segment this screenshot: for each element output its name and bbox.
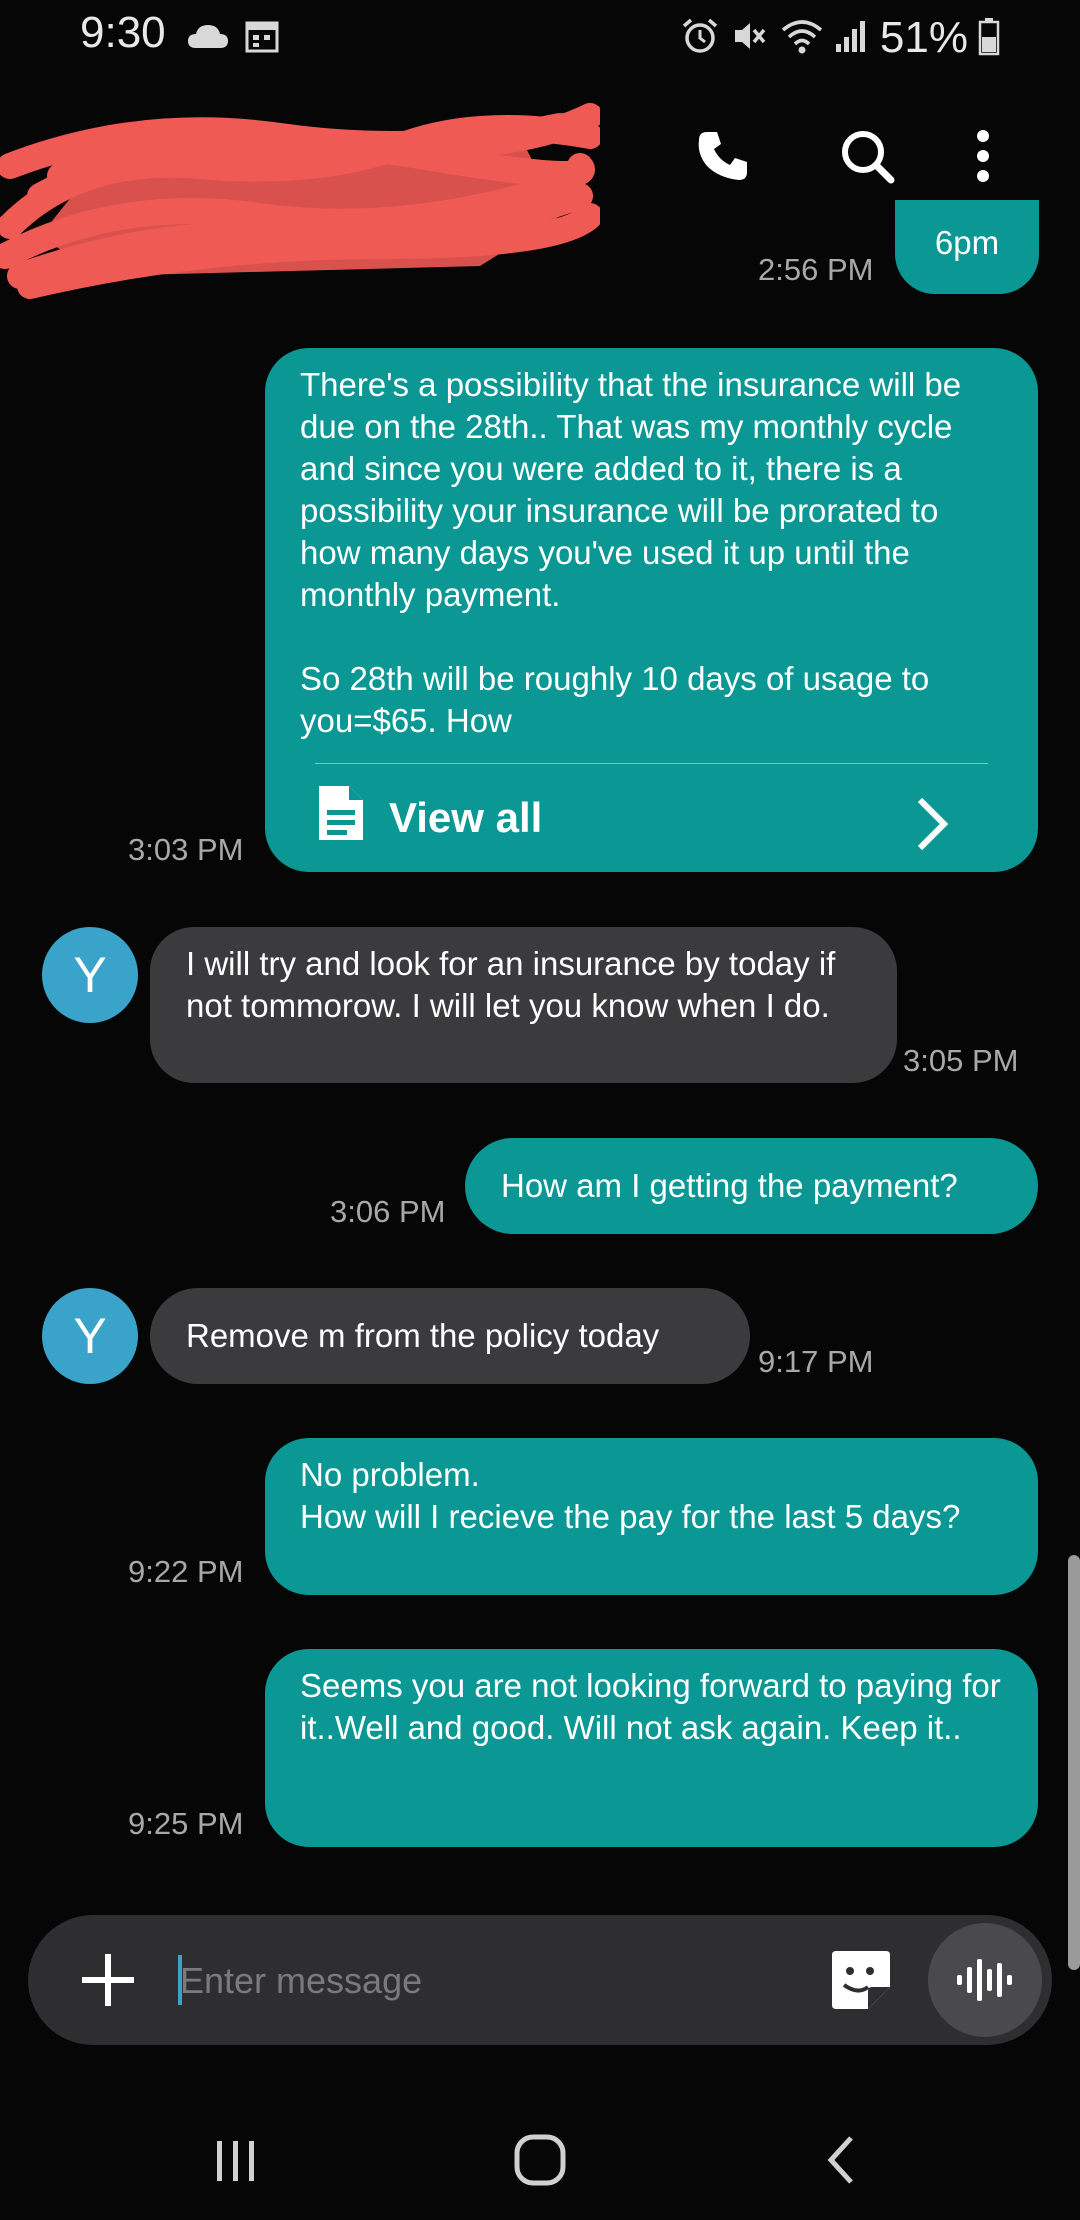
status-time: 9:30	[80, 8, 166, 57]
view-all-button[interactable]: View all	[315, 763, 988, 872]
avatar[interactable]: Y	[42, 1288, 138, 1384]
messaging-app: 9:30 51% Y 6pm 2:56 PM There's a possibi…	[0, 0, 1080, 2220]
view-all-label: View all	[389, 794, 543, 841]
message-input[interactable]	[178, 1945, 822, 2017]
avatar[interactable]: Y	[42, 927, 138, 1023]
message-bubble-outgoing[interactable]: There's a possibility that the insurance…	[265, 348, 1038, 872]
document-icon	[315, 784, 367, 852]
sticker-icon[interactable]	[828, 1947, 894, 2013]
battery-percent: 51%	[879, 13, 968, 62]
voice-record-icon[interactable]	[928, 1923, 1042, 2037]
message-time: 9:25 PM	[128, 1806, 244, 1841]
search-icon[interactable]	[832, 121, 902, 191]
mute-icon	[730, 16, 770, 61]
system-navigation-bar	[0, 2100, 1080, 2220]
message-text: Remove m from the policy today	[186, 1317, 660, 1354]
add-icon[interactable]	[78, 1950, 138, 2010]
signal-icon	[834, 16, 870, 61]
chevron-right-icon	[912, 796, 952, 862]
alarm-icon	[680, 16, 720, 61]
message-text: 6pm	[934, 224, 1000, 261]
status-bar: 9:30 51%	[0, 0, 1080, 76]
message-text: I will try and look for an insurance by …	[186, 945, 845, 1024]
message-text: There's a possibility that the insurance…	[300, 366, 962, 739]
message-text: Seems you are not looking forward to pay…	[300, 1667, 1010, 1746]
battery-icon	[978, 16, 1000, 61]
message-bubble-outgoing[interactable]: 6pm	[895, 200, 1039, 294]
back-icon[interactable]	[60, 121, 120, 181]
message-time: 9:17 PM	[758, 1344, 874, 1379]
message-composer	[28, 1915, 1052, 2045]
contact-name[interactable]: Y	[150, 116, 183, 174]
wifi-icon	[780, 16, 824, 61]
message-bubble-incoming[interactable]: Remove m from the policy today	[150, 1288, 750, 1384]
redaction-scribble	[0, 103, 600, 299]
calendar-icon	[244, 18, 280, 59]
cloud-icon	[186, 22, 230, 55]
message-bubble-incoming[interactable]: I will try and look for an insurance by …	[150, 927, 897, 1083]
message-text: How am I getting the payment?	[501, 1167, 958, 1204]
more-options-icon[interactable]	[948, 121, 1018, 191]
back-nav-icon[interactable]	[802, 2120, 882, 2200]
message-bubble-outgoing[interactable]: Seems you are not looking forward to pay…	[265, 1649, 1038, 1847]
message-text: No problem. How will I recieve the pay f…	[300, 1456, 961, 1535]
scrollbar[interactable]	[1068, 1555, 1080, 1970]
message-time: 3:05 PM	[903, 1043, 1019, 1078]
message-bubble-outgoing[interactable]: No problem. How will I recieve the pay f…	[265, 1438, 1038, 1595]
call-icon[interactable]	[688, 121, 758, 191]
message-time: 9:22 PM	[128, 1554, 244, 1589]
message-time: 3:06 PM	[330, 1194, 446, 1229]
message-bubble-outgoing[interactable]: How am I getting the payment?	[465, 1138, 1038, 1234]
home-icon[interactable]	[500, 2120, 580, 2200]
status-right-group: 51%	[680, 8, 1000, 68]
text-caret	[178, 1955, 182, 2005]
message-time: 2:56 PM	[758, 252, 874, 287]
recent-apps-icon[interactable]	[196, 2120, 276, 2200]
message-time: 3:03 PM	[128, 832, 244, 867]
